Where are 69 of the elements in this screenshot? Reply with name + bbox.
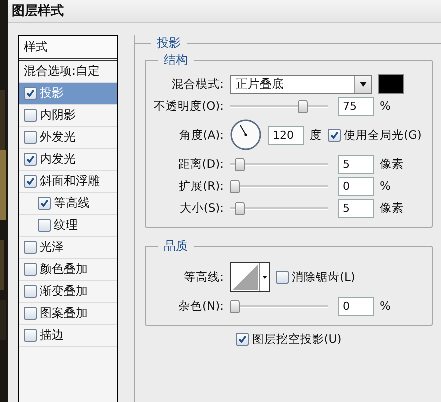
checkbox[interactable]	[236, 333, 250, 346]
style-list-item[interactable]: 图案叠加	[19, 303, 117, 325]
style-list-item[interactable]: 颜色叠加	[19, 259, 117, 281]
field-label: 不透明度(O):	[153, 98, 224, 114]
checkbox[interactable]	[24, 131, 37, 144]
global-light-checkbox[interactable]: 使用全局光(G)	[328, 128, 422, 142]
blend-mode-dropdown[interactable]: 正片叠底	[230, 74, 372, 94]
checkbox[interactable]	[38, 219, 51, 232]
unit-label: %	[380, 179, 391, 193]
value-field[interactable]: 120	[268, 126, 304, 144]
field-label: 大小(S):	[178, 200, 224, 216]
checkbox[interactable]	[38, 197, 51, 210]
group-title: 品质	[163, 238, 189, 255]
slider[interactable]	[230, 157, 328, 171]
contour-picker[interactable]	[230, 262, 270, 292]
field-label: 扩展(R):	[178, 178, 224, 194]
section-title: 投影	[156, 35, 182, 52]
unit-label: 像素	[380, 200, 404, 216]
checkbox[interactable]	[24, 109, 37, 122]
checkbox[interactable]	[24, 263, 37, 276]
checkbox[interactable]	[24, 153, 37, 166]
field-label: 距离(D):	[177, 156, 224, 172]
field-label: 杂色(N):	[178, 298, 224, 314]
group-title: 结构	[163, 52, 189, 69]
window-title: 图层样式	[12, 3, 64, 20]
value-field[interactable]: 75	[338, 96, 374, 116]
unit-label: 度	[310, 128, 322, 142]
slider-thumb[interactable]	[230, 180, 240, 193]
style-list-item[interactable]: 光泽	[19, 237, 117, 259]
style-list-item[interactable]: 渐变叠加	[19, 281, 117, 303]
style-list-item[interactable]: 描边	[19, 325, 117, 347]
value-field[interactable]: 0	[338, 176, 374, 196]
knockout-checkbox[interactable]: 图层挖空投影(U)	[236, 332, 342, 347]
unit-label: %	[380, 299, 391, 313]
slider[interactable]	[230, 201, 328, 215]
slider[interactable]	[230, 299, 328, 313]
caret-icon	[360, 82, 366, 86]
slider[interactable]	[230, 179, 328, 193]
checkbox[interactable]	[24, 285, 37, 298]
field-label: 等高线:	[183, 270, 224, 284]
style-list-item[interactable]: 等高线	[19, 193, 117, 215]
value-field[interactable]: 0	[338, 296, 374, 316]
slider-thumb[interactable]	[230, 300, 240, 313]
slider-thumb[interactable]	[234, 202, 244, 215]
value-field[interactable]: 5	[338, 154, 374, 174]
checkbox[interactable]	[24, 241, 37, 254]
checkbox[interactable]	[24, 329, 37, 342]
checkbox[interactable]	[276, 270, 289, 284]
unit-label: %	[380, 99, 391, 113]
style-list-item[interactable]: 外发光	[19, 127, 117, 149]
checkbox[interactable]	[24, 175, 37, 188]
slider[interactable]	[230, 99, 328, 113]
slider-thumb[interactable]	[234, 158, 244, 171]
slider-thumb[interactable]	[298, 100, 308, 113]
list-header: 样式	[19, 36, 117, 61]
style-list-item[interactable]: 斜面和浮雕	[19, 171, 117, 193]
checkbox[interactable]	[328, 128, 341, 142]
style-list-item[interactable]: 内阴影	[19, 105, 117, 127]
field-label: 混合模式:	[171, 76, 224, 92]
color-swatch[interactable]	[378, 74, 404, 94]
checkbox[interactable]	[24, 307, 37, 320]
anti-alias-checkbox[interactable]: 消除锯齿(L)	[276, 270, 356, 284]
value-field[interactable]: 5	[338, 198, 374, 218]
field-label: 角度(A):	[178, 128, 224, 142]
style-list-item[interactable]: 内发光	[19, 149, 117, 171]
checkbox[interactable]	[24, 87, 37, 100]
style-list-item[interactable]: 纹理	[19, 215, 117, 237]
angle-dial[interactable]	[230, 119, 262, 151]
unit-label: 像素	[380, 156, 404, 172]
